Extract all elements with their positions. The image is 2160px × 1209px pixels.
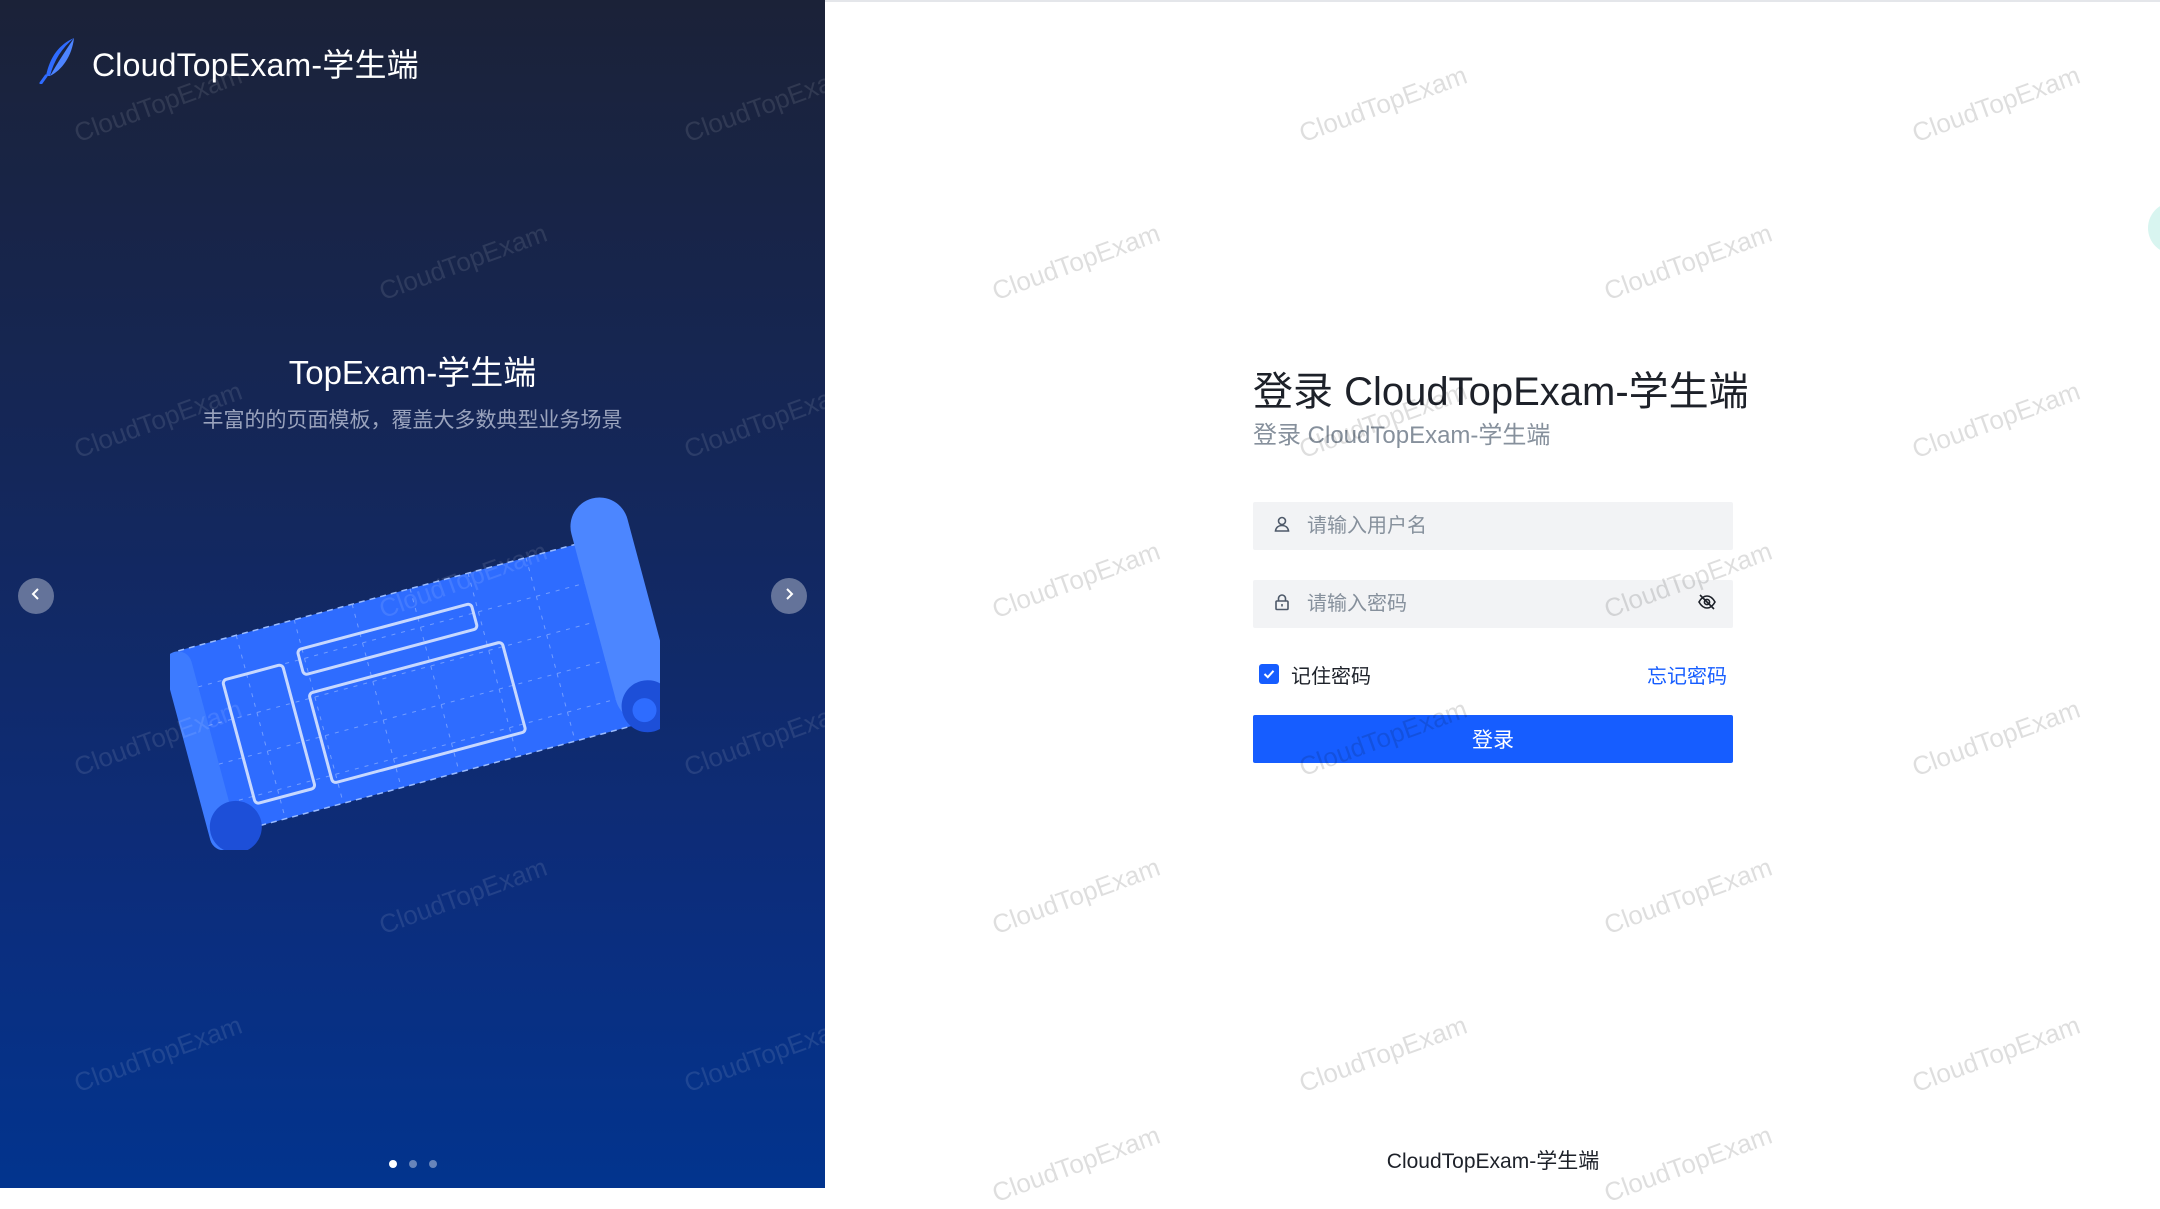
feather-icon bbox=[38, 36, 78, 89]
check-icon[interactable] bbox=[1259, 664, 1279, 684]
login-form: 登录 CloudTopExam-学生端 登录 CloudTopExam-学生端 bbox=[1253, 364, 1749, 763]
lock-icon bbox=[1273, 593, 1291, 616]
edge-decoration bbox=[2148, 202, 2160, 254]
username-field[interactable] bbox=[1253, 502, 1733, 550]
slide-subtitle: 丰富的的页面模板，覆盖大多数典型业务场景 bbox=[202, 409, 623, 432]
chevron-right-icon bbox=[782, 587, 796, 606]
watermark: CloudTopExam bbox=[1908, 1009, 2084, 1099]
eye-slash-icon[interactable] bbox=[1697, 592, 1717, 617]
remember-password-checkbox[interactable]: 记住密码 bbox=[1259, 660, 1371, 689]
watermark: CloudTopExam bbox=[1908, 59, 2084, 149]
carousel-dot[interactable] bbox=[408, 1160, 417, 1168]
watermark: CloudTopExam bbox=[988, 535, 1164, 625]
brand: CloudTopExam-学生端 bbox=[38, 36, 419, 89]
chevron-left-icon bbox=[29, 587, 43, 606]
carousel-next-button[interactable] bbox=[771, 578, 807, 614]
user-icon bbox=[1273, 515, 1291, 538]
carousel-dot[interactable] bbox=[428, 1160, 437, 1168]
forgot-password-link[interactable]: 忘记密码 bbox=[1647, 660, 1727, 689]
carousel-indicators bbox=[0, 1160, 825, 1168]
password-field[interactable] bbox=[1253, 580, 1733, 628]
watermark: CloudTopExam bbox=[1295, 1009, 1471, 1099]
footer-text: CloudTopExam-学生端 bbox=[1386, 1150, 1600, 1173]
watermark: CloudTopExam bbox=[988, 851, 1164, 941]
carousel-panel: CloudTopExam-学生端 TopExam-学生端 丰富的的页面模板，覆盖… bbox=[0, 0, 825, 1188]
watermark: CloudTopExam bbox=[1600, 851, 1776, 941]
login-title: 登录 CloudTopExam-学生端 bbox=[1253, 370, 1749, 414]
password-input[interactable] bbox=[1305, 591, 1697, 617]
top-divider bbox=[825, 0, 2160, 2]
watermark: CloudTopExam bbox=[988, 1119, 1164, 1209]
brand-name: CloudTopExam-学生端 bbox=[92, 46, 419, 83]
watermark: CloudTopExam bbox=[1295, 59, 1471, 149]
watermark: CloudTopExam bbox=[1908, 375, 2084, 465]
login-button[interactable]: 登录 bbox=[1253, 715, 1733, 763]
username-input[interactable] bbox=[1305, 513, 1717, 539]
watermark: CloudTopExam bbox=[1600, 217, 1776, 307]
carousel-prev-button[interactable] bbox=[18, 578, 54, 614]
remember-password-label: 记住密码 bbox=[1291, 665, 1371, 688]
slide-title: TopExam-学生端 bbox=[288, 354, 537, 391]
watermark: CloudTopExam bbox=[988, 217, 1164, 307]
login-subtitle: 登录 CloudTopExam-学生端 bbox=[1253, 422, 1551, 449]
carousel-dot[interactable] bbox=[388, 1160, 397, 1168]
blueprint-illustration bbox=[164, 480, 674, 855]
options-row: 记住密码 忘记密码 bbox=[1253, 660, 1733, 689]
watermark: CloudTopExam bbox=[1908, 693, 2084, 783]
